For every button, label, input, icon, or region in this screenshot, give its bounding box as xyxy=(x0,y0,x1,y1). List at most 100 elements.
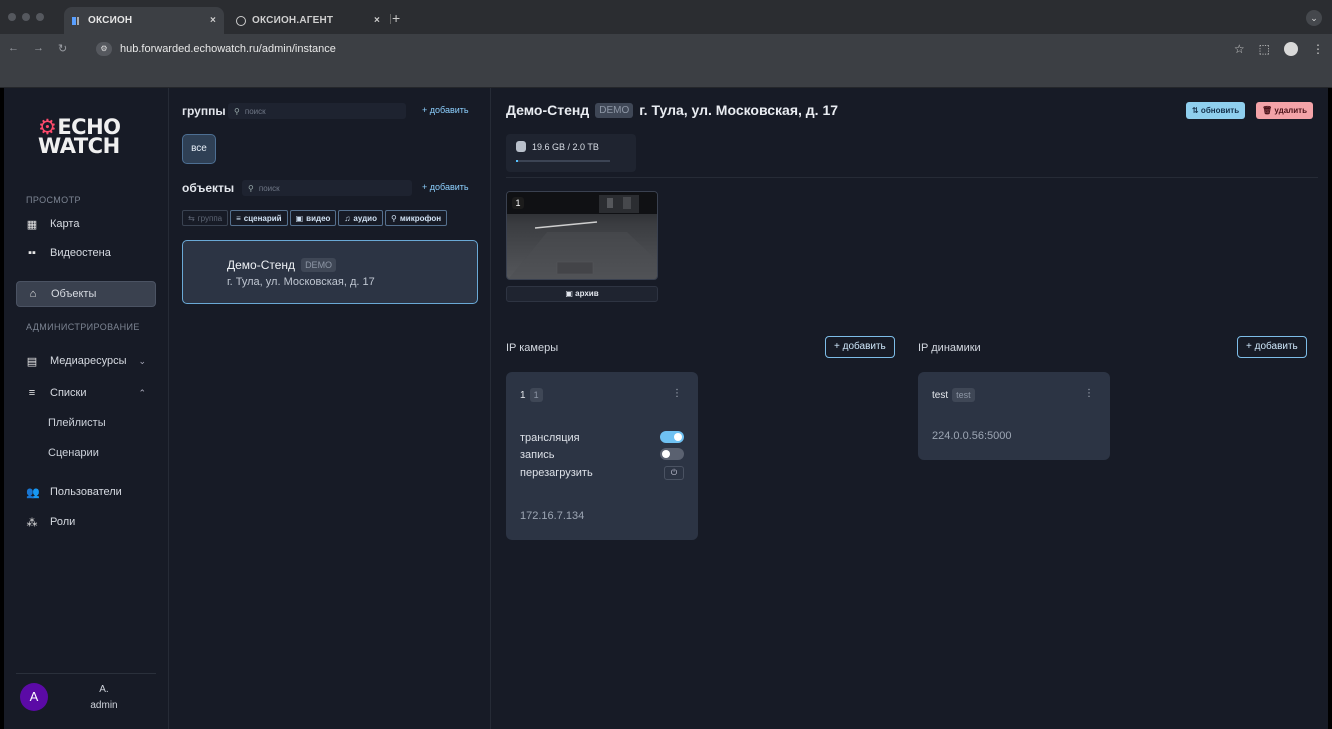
new-tab-button[interactable]: + xyxy=(392,10,400,26)
tab-title: ОКСИОН xyxy=(88,15,133,26)
close-tab-icon[interactable]: × xyxy=(374,15,380,26)
profile-icon[interactable] xyxy=(1284,42,1298,56)
camera-thumbnail[interactable]: 1 xyxy=(506,191,658,280)
groups-title: группы xyxy=(182,104,226,118)
forward-icon[interactable]: → xyxy=(33,42,44,55)
speaker-card-header: test test xyxy=(932,388,975,402)
browser-tab-oksion[interactable]: ОКСИОН × xyxy=(64,7,224,34)
camera-number-badge: 1 xyxy=(512,197,524,209)
chevron-down-icon: ⌄ xyxy=(138,355,146,366)
groups-search-input[interactable]: ⚲ поиск xyxy=(228,103,406,119)
close-tab-icon[interactable]: × xyxy=(210,15,216,26)
add-group-button[interactable]: + добавить xyxy=(422,105,469,115)
back-icon[interactable]: ← xyxy=(8,42,19,55)
filter-scenario[interactable]: ≡ сценарий xyxy=(230,210,288,226)
sidebar-subitem-scenarios[interactable]: Сценарии xyxy=(48,447,99,459)
kebab-menu-icon[interactable]: ⋮ xyxy=(1084,388,1094,399)
speaker-name: test xyxy=(932,389,949,401)
home-icon: ⌂ xyxy=(29,288,37,300)
app-root: ⚙ECHO WATCH ПРОСМОТР ▦ Карта ▪▪ Видеосте… xyxy=(4,88,1328,729)
group-icon: ⇆ xyxy=(188,213,195,223)
kebab-menu-icon[interactable]: ⋮ xyxy=(672,388,682,399)
tab-search-icon[interactable]: ⌄ xyxy=(1306,10,1322,26)
speaker-address: 224.0.0.56:5000 xyxy=(932,430,1012,442)
camera-card-header: 1 1 xyxy=(520,388,543,402)
reboot-label: перезагрузить xyxy=(520,467,593,479)
ip-cameras-title: IP камеры xyxy=(506,342,559,354)
object-detail-panel: Демо-Стенд DEMO г. Тула, ул. Московская,… xyxy=(492,88,1328,729)
object-badge: DEMO xyxy=(595,102,634,118)
sidebar-item-objects[interactable]: ⌂ Объекты xyxy=(16,281,156,307)
archive-button[interactable]: ▣ архив xyxy=(506,286,658,302)
storage-progress xyxy=(516,160,610,162)
storage-progress-fill xyxy=(516,160,518,162)
nav-buttons: ← → ↻ xyxy=(8,42,67,55)
sidebar-item-users[interactable]: 👥 Пользователи xyxy=(16,479,156,505)
storage-widget: 19.6 GB / 2.0 TB xyxy=(506,134,636,172)
object-filters: ⇆ группа ≡ сценарий ▣ видео ♫ аудио ⚲ микрофо… xyxy=(182,210,448,226)
menu-kebab-icon[interactable]: ⋮ xyxy=(1312,42,1324,56)
camera-frame-image xyxy=(507,192,657,279)
list-icon: ≡ xyxy=(28,387,36,399)
archive-icon: ▣ xyxy=(565,289,576,298)
sidebar-item-videowall[interactable]: ▪▪ Видеостена xyxy=(16,240,156,266)
sidebar-item-lists[interactable]: ≡ Списки ⌃ xyxy=(16,380,156,406)
divider xyxy=(16,673,156,674)
record-toggle[interactable] xyxy=(660,448,684,460)
object-badge: DEMO xyxy=(301,258,337,272)
window-controls[interactable] xyxy=(8,13,44,21)
filter-video[interactable]: ▣ видео xyxy=(289,210,337,226)
film-icon: ▣ xyxy=(295,213,304,223)
camera-badge: 1 xyxy=(529,388,543,402)
record-label: запись xyxy=(520,449,555,461)
speaker-badge: test xyxy=(952,388,975,402)
objects-title: объекты xyxy=(182,181,235,195)
bookmarks-bar xyxy=(0,64,1332,88)
refresh-button[interactable]: ⇅ обновить xyxy=(1186,102,1246,119)
address-bar: ← → ↻ ⚙ hub.forwarded.echowatch.ru/admin… xyxy=(0,34,1332,64)
sidebar-item-map[interactable]: ▦ Карта xyxy=(16,211,156,237)
filter-audio[interactable]: ♫ аудио xyxy=(338,210,383,226)
add-speaker-button[interactable]: + добавить xyxy=(1237,336,1307,358)
user-role: admin xyxy=(90,700,118,711)
delete-button[interactable]: 🗑 удалить xyxy=(1256,102,1313,119)
user-name: A. xyxy=(99,684,109,695)
list-icon: ≡ xyxy=(236,213,241,223)
divider xyxy=(506,177,1318,178)
storage-usage: 19.6 GB / 2.0 TB xyxy=(532,142,599,152)
sidebar-subitem-playlists[interactable]: Плейлисты xyxy=(48,417,106,429)
bookmark-star-icon[interactable]: ☆ xyxy=(1234,42,1245,56)
filter-group[interactable]: ⇆ группа xyxy=(182,210,229,226)
speaker-card: test test ⋮ 224.0.0.56:5000 xyxy=(918,372,1110,460)
roles-icon: ⁂ xyxy=(26,516,38,529)
extensions-icon[interactable]: ⬚ xyxy=(1259,42,1270,56)
power-icon[interactable]: ⏻ xyxy=(664,466,684,480)
echowatch-logo: ⚙ECHO WATCH xyxy=(38,115,121,158)
object-card-demo[interactable]: Демо-Стенд DEMO г. Тула, ул. Московская,… xyxy=(182,240,478,304)
browser-tab-bar: ОКСИОН × ОКСИОН.АГЕНТ × + ⌄ xyxy=(0,0,1332,34)
sidebar-item-media[interactable]: ▤ Медиаресурсы ⌄ xyxy=(16,348,156,374)
url-text: hub.forwarded.echowatch.ru/admin/instanc… xyxy=(120,43,336,55)
tab-title: ОКСИОН.АГЕНТ xyxy=(252,15,334,26)
sidebar-item-roles[interactable]: ⁂ Роли xyxy=(16,509,156,535)
site-settings-icon[interactable]: ⚙ xyxy=(96,42,112,56)
section-view-title: ПРОСМОТР xyxy=(26,195,81,205)
browser-tab-agent[interactable]: ОКСИОН.АГЕНТ × xyxy=(228,7,388,34)
map-icon: ▦ xyxy=(26,218,38,231)
stream-label: трансляция xyxy=(520,432,580,444)
add-object-button[interactable]: + добавить xyxy=(422,182,469,192)
url-field[interactable]: ⚙ hub.forwarded.echowatch.ru/admin/insta… xyxy=(86,38,1236,60)
search-icon: ⚲ xyxy=(234,106,240,116)
grid-icon: ▪▪ xyxy=(28,247,36,259)
stream-toggle[interactable] xyxy=(660,431,684,443)
filter-microphone[interactable]: ⚲ микрофон xyxy=(385,210,448,226)
camera-name: 1 xyxy=(520,389,526,401)
all-groups-button[interactable]: все xyxy=(182,134,216,164)
tab-divider xyxy=(390,14,391,24)
avatar[interactable]: A xyxy=(20,683,48,711)
sidebar: ⚙ECHO WATCH ПРОСМОТР ▦ Карта ▪▪ Видеосте… xyxy=(4,88,169,729)
browser-actions: ☆ ⬚ ⋮ xyxy=(1234,42,1324,56)
objects-search-input[interactable]: ⚲ поиск xyxy=(242,180,412,196)
reload-icon[interactable]: ↻ xyxy=(58,42,67,55)
add-camera-button[interactable]: + добавить xyxy=(825,336,895,358)
